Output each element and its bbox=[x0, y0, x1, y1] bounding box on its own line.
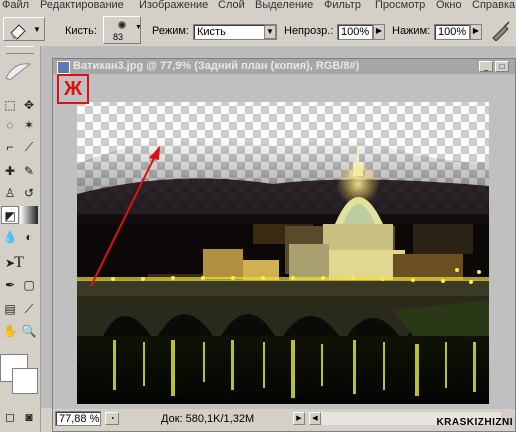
menu-item-image[interactable]: Изображение bbox=[139, 0, 208, 11]
document-window: Ватикан3.jpg @ 77,9% (Задний план (копия… bbox=[52, 58, 516, 432]
menu-bar: Файл Редактирование Изображение Слой Выд… bbox=[0, 0, 516, 13]
airbrush-icon[interactable] bbox=[490, 19, 512, 41]
brush-preview-icon bbox=[118, 21, 126, 29]
brush-label: Кисть: bbox=[65, 25, 97, 37]
image-canvas[interactable] bbox=[53, 74, 515, 410]
mask-mode-icon[interactable]: ◻ bbox=[1, 408, 19, 426]
magic-wand-icon[interactable]: ✶ bbox=[20, 116, 38, 134]
marquee-icon[interactable]: ⬚ bbox=[1, 96, 19, 114]
chevron-down-icon: ▼ bbox=[33, 25, 41, 34]
opacity-field[interactable]: 100% bbox=[337, 24, 373, 40]
shape-icon[interactable]: ▢ bbox=[20, 276, 38, 294]
lasso-icon[interactable]: ◌ bbox=[1, 116, 19, 134]
document-titlebar[interactable]: Ватикан3.jpg @ 77,9% (Задний план (копия… bbox=[53, 59, 515, 74]
annotation-label: Ж bbox=[57, 74, 89, 104]
opacity-arrow[interactable]: ▶ bbox=[373, 24, 385, 40]
mode-label: Режим: bbox=[152, 25, 189, 37]
river-water bbox=[77, 336, 489, 404]
chevron-down-icon: ▼ bbox=[135, 24, 142, 31]
opacity-label: Непрозр.: bbox=[284, 25, 334, 37]
feather-logo bbox=[4, 60, 32, 82]
menu-item-window[interactable]: Окно bbox=[436, 0, 462, 11]
menu-item-file[interactable]: Файл bbox=[2, 0, 29, 11]
brush-tool-icon[interactable]: ✎ bbox=[20, 162, 38, 180]
toolbox-grip bbox=[6, 46, 34, 54]
maximize-button[interactable]: □ bbox=[495, 61, 509, 72]
menu-item-layer[interactable]: Слой bbox=[218, 0, 245, 11]
doc-info: Док: 580,1K/1,32M bbox=[161, 413, 255, 425]
blur-icon[interactable]: 💧 bbox=[1, 228, 19, 246]
mask-mode-icon[interactable]: ◙ bbox=[20, 408, 38, 426]
menu-item-select[interactable]: Выделение bbox=[255, 0, 313, 11]
crop-icon[interactable]: ⌐ bbox=[1, 138, 19, 156]
annotation-letter: Ж bbox=[63, 78, 83, 100]
gradient-icon[interactable] bbox=[20, 206, 38, 224]
pressure-field[interactable]: 100% bbox=[434, 24, 470, 40]
menu-item-edit[interactable]: Редактирование bbox=[40, 0, 124, 11]
text-icon[interactable]: T bbox=[10, 254, 28, 272]
hand-icon[interactable]: ✋ bbox=[1, 322, 19, 340]
pressure-arrow[interactable]: ▶ bbox=[470, 24, 482, 40]
color-swatch-icon[interactable] bbox=[12, 368, 38, 394]
menu-item-help[interactable]: Справка bbox=[472, 0, 515, 11]
minimize-button[interactable]: _ bbox=[479, 61, 493, 72]
healing-icon[interactable]: ✚ bbox=[1, 162, 19, 180]
eraser-icon bbox=[10, 24, 26, 40]
toolbox: ⬚ ✥ ◌ ✶ ⌐ ⟋ ✚ ✎ ♙ ↺ ◩ 💧 ◐ ➤ T ✒ ▢ ▤ ⟋ ✋ … bbox=[0, 46, 41, 432]
mode-select[interactable]: Кисть ▼ bbox=[193, 24, 277, 40]
document-title: Ватикан3.jpg @ 77,9% (Задний план (копия… bbox=[73, 60, 360, 72]
stamp-icon[interactable]: ♙ bbox=[1, 184, 19, 202]
move-icon[interactable]: ✥ bbox=[20, 96, 38, 114]
menu-item-filter[interactable]: Фильтр bbox=[324, 0, 361, 11]
notes-icon[interactable]: ▤ bbox=[1, 300, 19, 318]
brush-picker[interactable]: 83 ▼ bbox=[103, 16, 142, 44]
chevron-down-icon: ▼ bbox=[264, 25, 276, 39]
eraser-tool-icon[interactable]: ◩ bbox=[1, 206, 19, 224]
dodge-icon[interactable]: ◐ bbox=[20, 228, 38, 246]
mode-value: Кисть bbox=[197, 26, 226, 38]
slice-icon[interactable]: ⟋ bbox=[20, 138, 38, 156]
tool-options-bar: ▼ Кисть: 83 ▼ Режим: Кисть ▼ Непрозр.: 1… bbox=[0, 13, 516, 47]
zoom-icon[interactable]: 🔍 bbox=[20, 322, 38, 340]
tool-preset-picker[interactable]: ▼ bbox=[3, 17, 45, 41]
status-options-icon[interactable]: ◔ bbox=[105, 412, 119, 425]
eyedropper-icon[interactable]: ⟋ bbox=[20, 300, 38, 318]
pressure-label: Нажим: bbox=[392, 25, 431, 37]
scroll-left-button[interactable]: ◀ bbox=[309, 412, 321, 425]
brush-size: 83 bbox=[113, 32, 124, 42]
document-icon bbox=[57, 61, 70, 74]
canvas-area[interactable]: Ж bbox=[53, 74, 515, 410]
pen-icon[interactable]: ✒ bbox=[1, 276, 19, 294]
status-menu-arrow[interactable]: ▶ bbox=[293, 412, 305, 425]
zoom-field[interactable]: 77,88 % bbox=[55, 411, 101, 426]
menu-item-view[interactable]: Просмотр bbox=[375, 0, 425, 11]
history-brush-icon[interactable]: ↺ bbox=[20, 184, 38, 202]
watermark: KRASKIZHIZNI bbox=[436, 417, 513, 428]
